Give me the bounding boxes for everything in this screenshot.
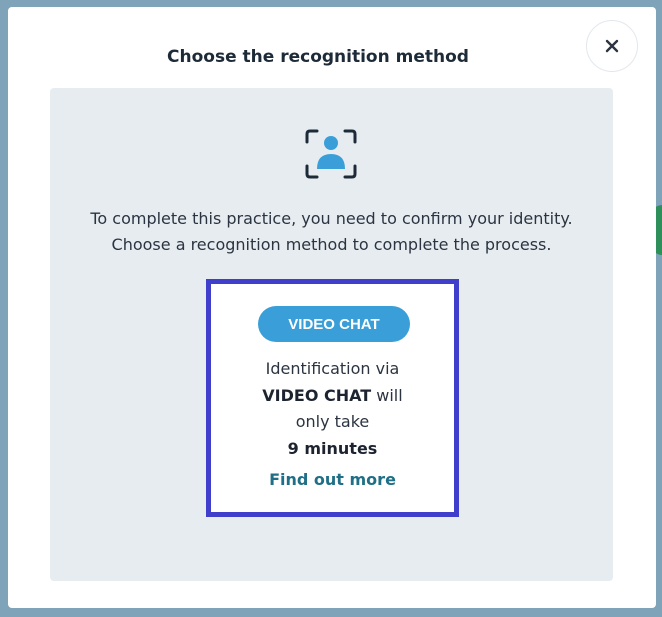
info-line: only take [295,412,370,431]
info-duration: 9 minutes [287,438,378,458]
face-recognition-icon [305,129,357,179]
recognition-method-dialog: Choose the recognition method To complet… [8,7,656,608]
video-chat-button[interactable]: VIDEO CHAT [258,306,410,342]
info-line: Identification via [265,359,400,378]
video-chat-method-card[interactable]: VIDEO CHAT Identification via VIDEO CHAT… [206,279,459,517]
info-method-name: VIDEO CHAT [262,385,372,405]
find-out-more-link[interactable]: Find out more [211,470,454,489]
method-info: Identification via VIDEO CHAT will only … [211,356,454,462]
description-line: Choose a recognition method to complete … [111,235,552,254]
dialog-title: Choose the recognition method [167,47,469,67]
info-line-rest: will [371,385,403,405]
close-icon [605,39,619,53]
content-panel: To complete this practice, you need to c… [50,88,613,581]
description-text: To complete this practice, you need to c… [50,206,613,258]
description-line: To complete this practice, you need to c… [90,209,573,228]
info-line: VIDEO CHAT will [211,383,454,410]
close-button[interactable] [586,20,638,72]
